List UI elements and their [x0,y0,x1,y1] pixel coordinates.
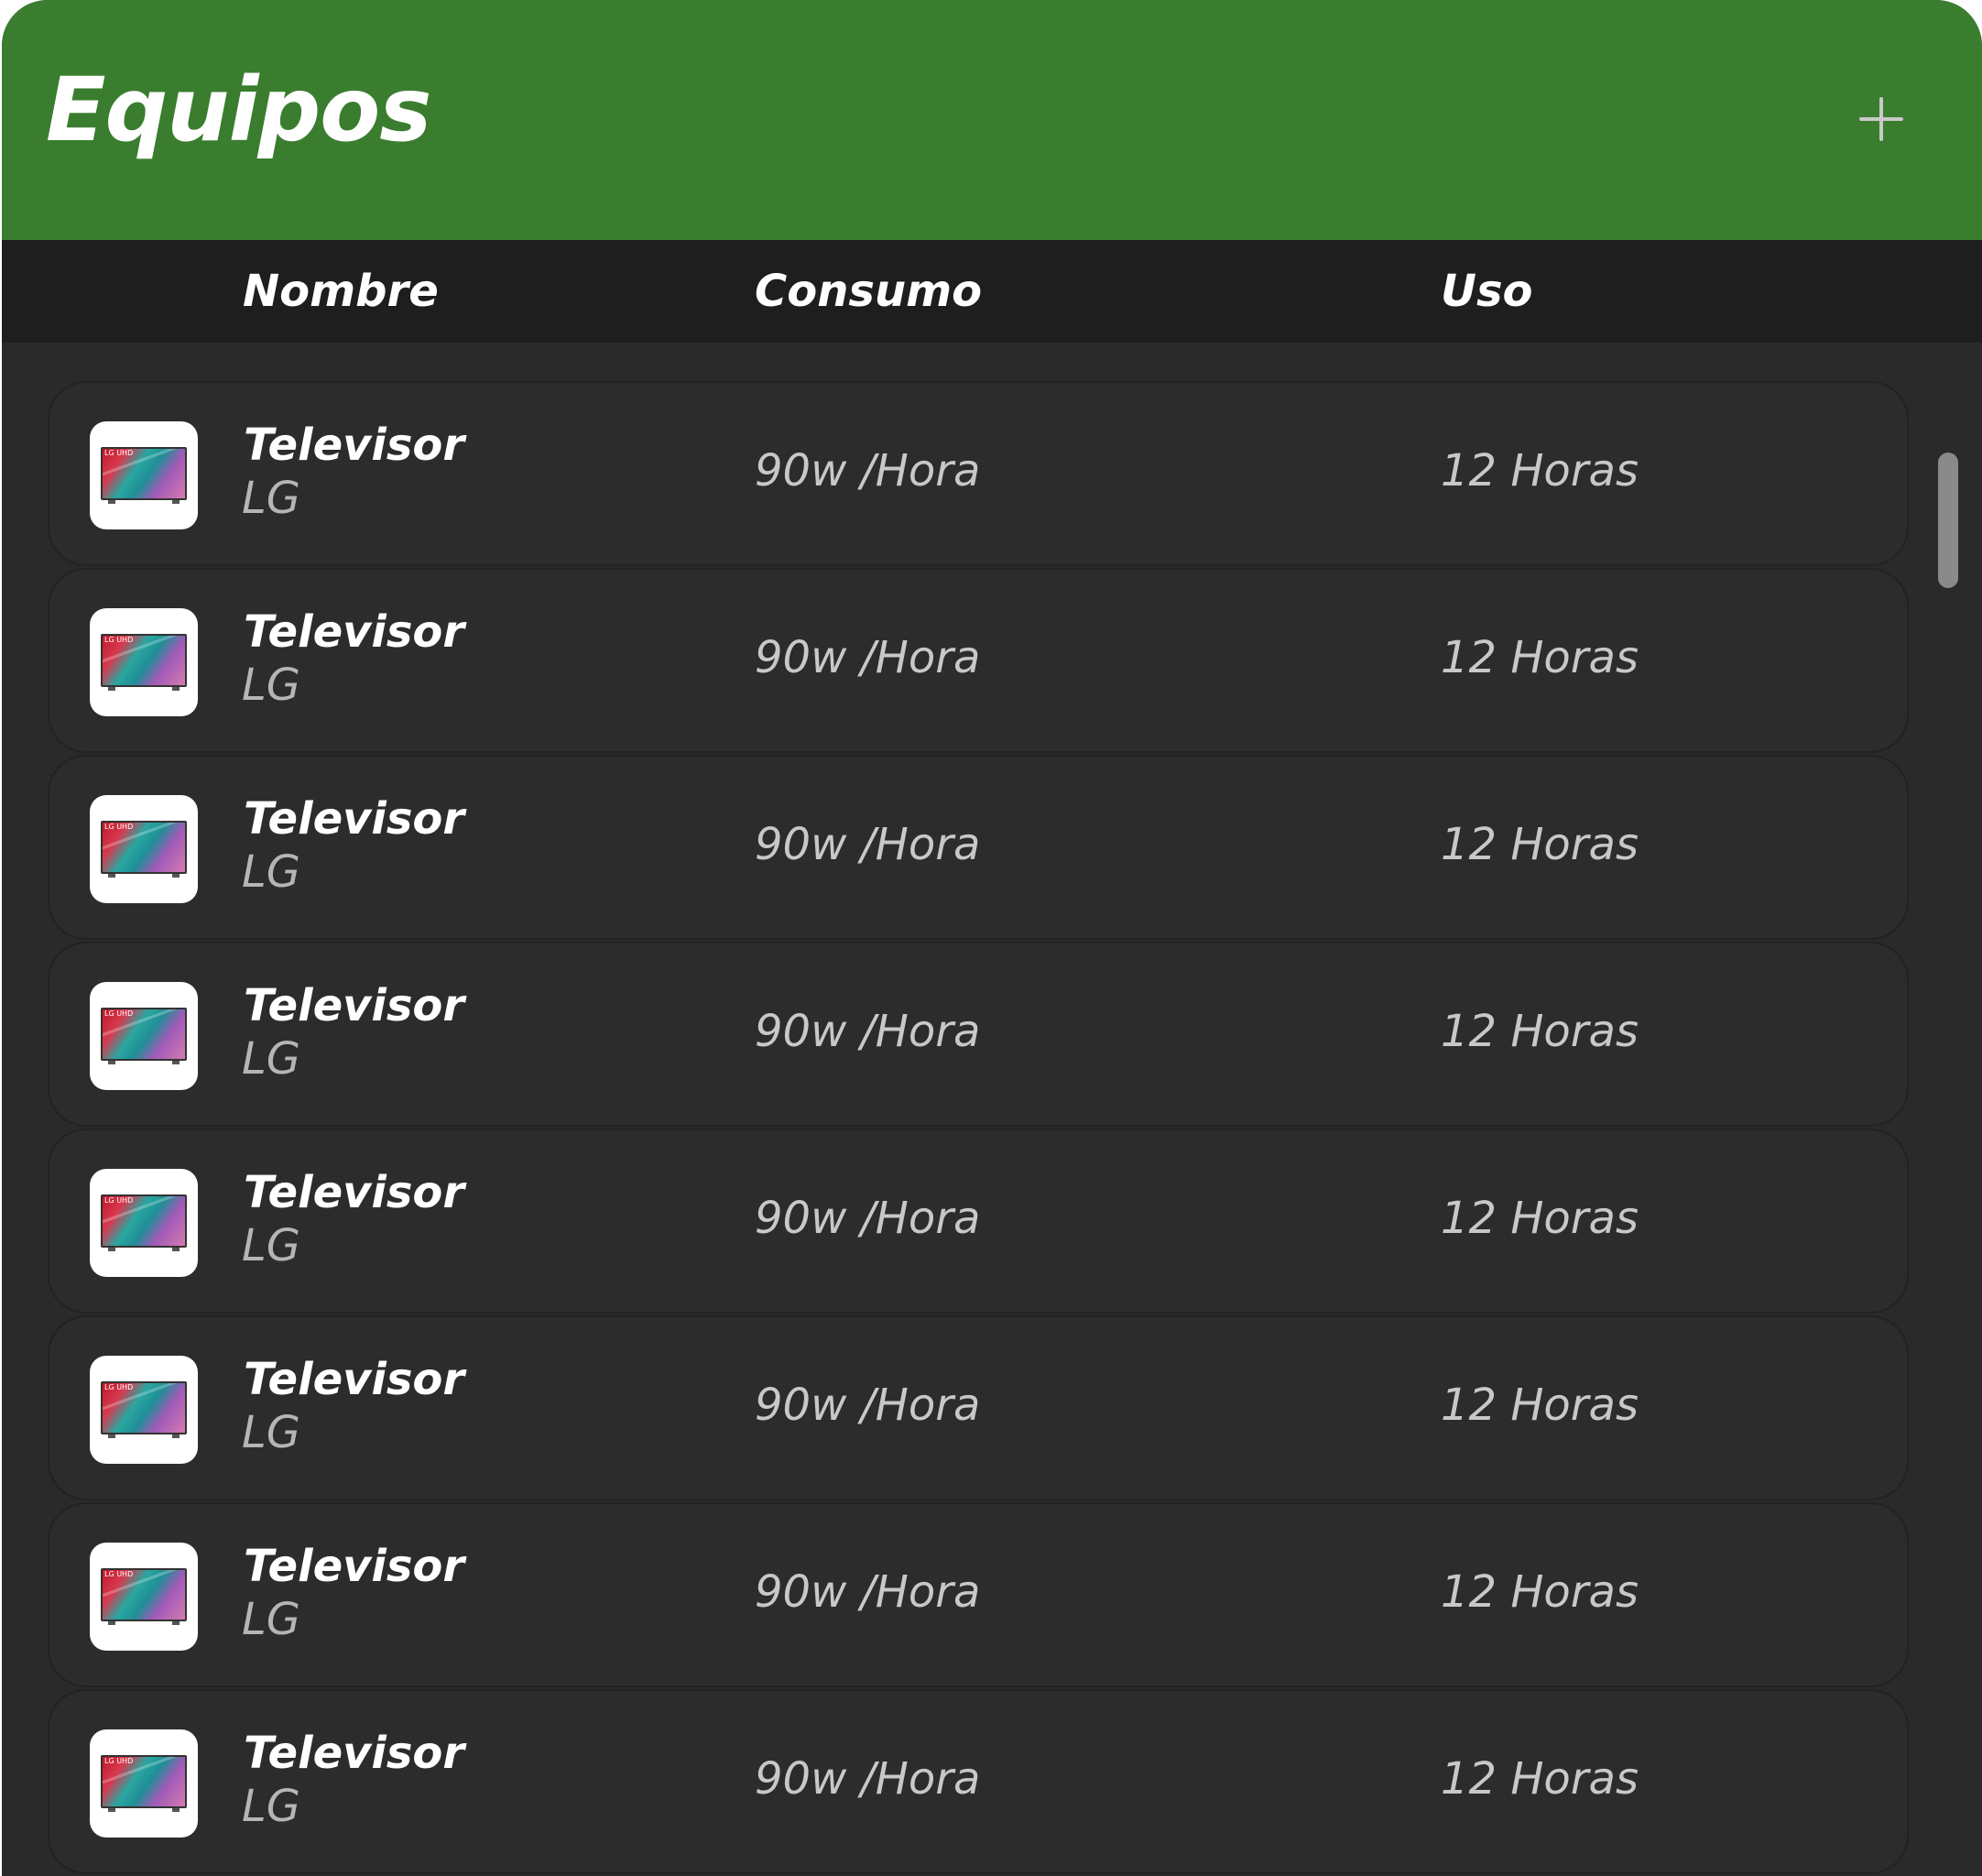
tv-thumbnail: LG UHD [90,1543,198,1651]
list-item[interactable]: LG UHD Televisor LG 90w /Hora 12 Horas [48,942,1909,1127]
item-consumption: 90w /Hora [755,819,981,870]
list-item[interactable]: LG UHD Televisor LG 90w /Hora 12 Horas [48,755,1909,940]
column-header-name: Nombre [243,266,439,317]
tv-thumbnail: LG UHD [90,795,198,903]
item-brand: LG [242,660,300,711]
page-title: Equipos [46,59,431,161]
item-name: Televisor [244,1167,465,1218]
tv-thumbnail: LG UHD [90,1169,198,1277]
list-item[interactable]: LG UHD Televisor LG 90w /Hora 12 Horas [48,1502,1909,1687]
equipment-panel: Equipos Nombre Consumo Uso LG UHD Televi… [2,0,1982,1876]
item-brand: LG [242,1033,300,1085]
item-usage: 12 Horas [1441,819,1639,870]
item-name: Televisor [244,793,465,845]
tv-image-icon: LG UHD [101,1755,187,1808]
tv-thumbnail: LG UHD [90,608,198,716]
item-consumption: 90w /Hora [755,1753,981,1805]
item-brand: LG [242,1220,300,1271]
tv-image-icon: LG UHD [101,447,187,500]
item-name: Televisor [244,980,465,1031]
tv-image-icon: LG UHD [101,1568,187,1621]
item-usage: 12 Horas [1441,1006,1639,1057]
column-header-row: Nombre Consumo Uso [2,240,1982,343]
item-brand: LG [242,846,300,898]
item-consumption: 90w /Hora [755,632,981,683]
item-consumption: 90w /Hora [755,1380,981,1431]
item-brand: LG [242,1594,300,1645]
list-item[interactable]: LG UHD Televisor LG 90w /Hora 12 Horas [48,1129,1909,1314]
item-usage: 12 Horas [1441,1753,1639,1805]
column-header-usage: Uso [1441,266,1533,317]
item-brand: LG [242,1781,300,1832]
column-header-consumption: Consumo [755,266,983,317]
item-brand: LG [242,473,300,524]
header-bar: Equipos [2,0,1982,240]
scrollbar-thumb[interactable] [1938,453,1958,588]
item-consumption: 90w /Hora [755,1193,981,1244]
tv-image-icon: LG UHD [101,821,187,874]
plus-icon[interactable] [1850,88,1912,150]
item-usage: 12 Horas [1441,1193,1639,1244]
item-usage: 12 Horas [1441,1566,1639,1618]
item-name: Televisor [244,1541,465,1592]
item-usage: 12 Horas [1441,632,1639,683]
tv-thumbnail: LG UHD [90,1729,198,1838]
tv-thumbnail: LG UHD [90,1356,198,1464]
equipment-list: LG UHD Televisor LG 90w /Hora 12 Horas L… [2,343,1982,1876]
tv-image-icon: LG UHD [101,1008,187,1061]
list-item[interactable]: LG UHD Televisor LG 90w /Hora 12 Horas [48,568,1909,753]
item-name: Televisor [244,1728,465,1779]
item-name: Televisor [244,420,465,471]
tv-thumbnail: LG UHD [90,421,198,529]
item-consumption: 90w /Hora [755,445,981,496]
tv-image-icon: LG UHD [101,1381,187,1434]
list-item[interactable]: LG UHD Televisor LG 90w /Hora 12 Horas [48,1315,1909,1500]
tv-thumbnail: LG UHD [90,982,198,1090]
item-consumption: 90w /Hora [755,1566,981,1618]
item-consumption: 90w /Hora [755,1006,981,1057]
item-brand: LG [242,1407,300,1458]
item-name: Televisor [244,606,465,658]
tv-image-icon: LG UHD [101,1194,187,1248]
list-item[interactable]: LG UHD Televisor LG 90w /Hora 12 Horas [48,1689,1909,1874]
item-usage: 12 Horas [1441,445,1639,496]
list-item[interactable]: LG UHD Televisor LG 90w /Hora 12 Horas [48,381,1909,566]
item-name: Televisor [244,1354,465,1405]
tv-image-icon: LG UHD [101,634,187,687]
item-usage: 12 Horas [1441,1380,1639,1431]
